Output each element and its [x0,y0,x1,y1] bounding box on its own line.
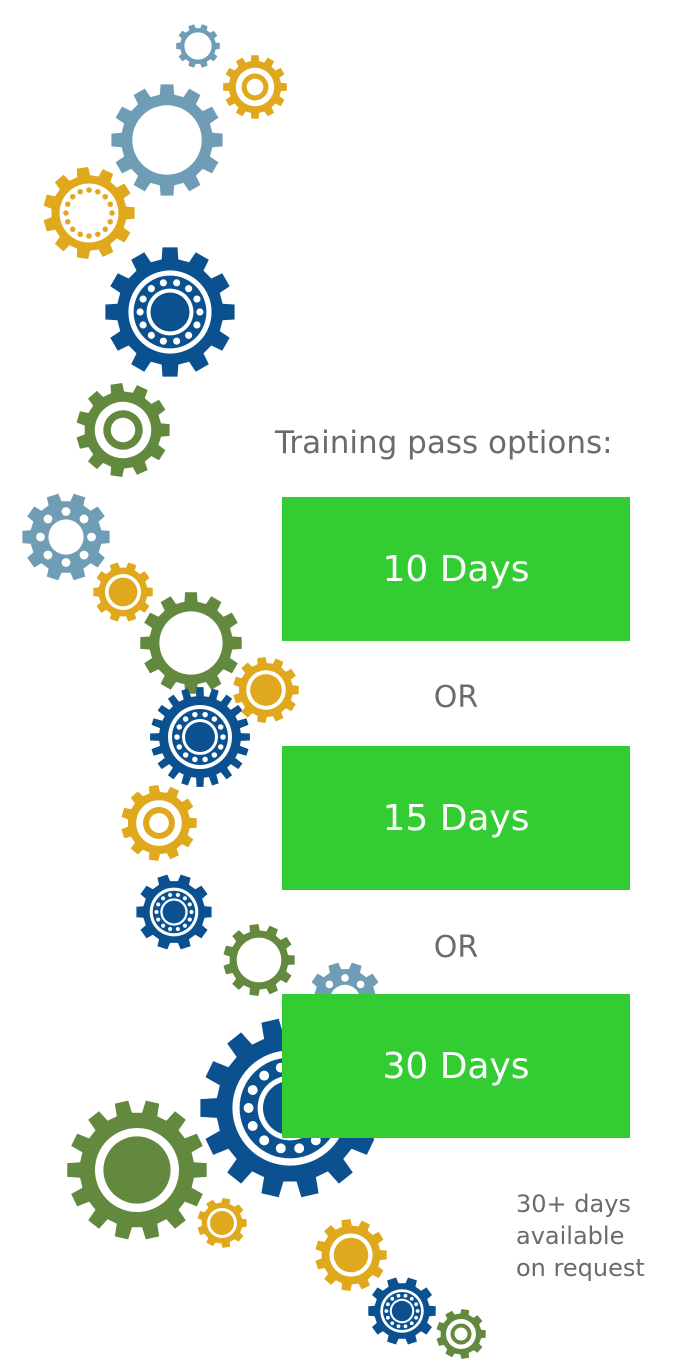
note-line: available [516,1222,625,1250]
gear-gold-bottom-icon [315,1219,387,1291]
or-separator: OR [433,930,479,965]
gear-gold-small-bottom-icon [197,1198,247,1248]
gear-gold-small-mid-icon [93,562,153,622]
note-line: 30+ days [516,1190,631,1218]
gear-light-blue-small-top-icon [176,24,220,68]
gear-green-large-bottom-icon [67,1100,207,1240]
page-heading: Training pass options: [275,425,613,461]
option-label: 30 Days [382,1045,530,1087]
gear-gold-ring-mid-icon [121,785,197,861]
option-15-days[interactable]: 15 Days [282,746,630,890]
gear-dark-blue-bottom-icon [368,1277,436,1345]
or-separator: OR [433,680,479,715]
option-label: 10 Days [382,548,530,590]
gear-dark-blue-bearing-icon [105,247,235,377]
gear-gold-dotted-icon [43,167,135,259]
gear-dark-blue-bearing-mid-icon [150,687,250,787]
gear-green-ring-icon [76,383,170,477]
gear-light-blue-holes-icon [22,493,110,581]
gear-green-large-mid-icon [140,592,242,694]
gear-green-bottom-icon [436,1309,486,1359]
gear-dark-blue-small-icon [136,874,212,950]
option-30-days[interactable]: 30 Days [282,994,630,1138]
extended-days-note: 30+ days available on request [516,1188,645,1284]
note-line: on request [516,1254,645,1282]
option-10-days[interactable]: 10 Days [282,497,630,641]
gear-light-blue-large-top-icon [111,84,223,196]
option-label: 15 Days [382,797,530,839]
gear-gold-top-icon [223,55,287,119]
